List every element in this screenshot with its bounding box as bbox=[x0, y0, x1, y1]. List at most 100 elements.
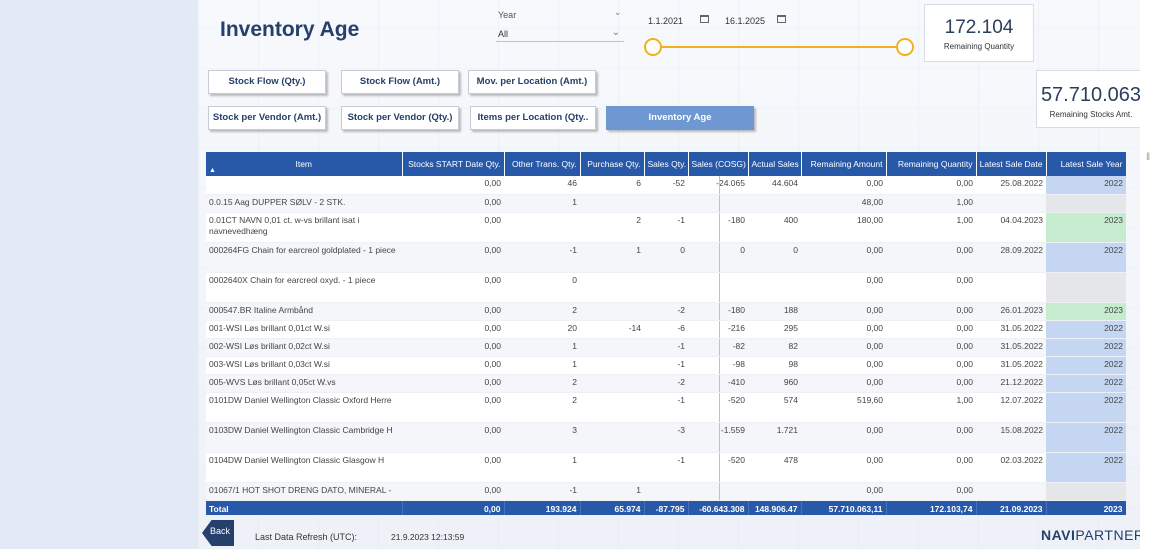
table-row[interactable]: 003-WSI Løs brillant 0,03ct W.si 0,00 1 -1-… bbox=[206, 356, 1126, 375]
cell-actual-sales: 0 bbox=[748, 242, 801, 273]
column-header-latest-sale-year[interactable]: Latest Sale Year bbox=[1046, 152, 1126, 176]
nav-button-stock-per-vendor-amt[interactable]: Stock per Vendor (Amt.) bbox=[208, 106, 326, 130]
cell-sales-cosg: 0 bbox=[688, 242, 748, 273]
cell-stocks-start: 0,00 bbox=[402, 320, 504, 339]
date-range-end[interactable]: 16.1.2025 bbox=[725, 16, 765, 26]
cell-purchase-qty: 1 bbox=[580, 242, 644, 273]
cell-sales-qty: -52 bbox=[644, 176, 688, 195]
table-row[interactable]: 000264FG Chain for earcreol goldplated -… bbox=[206, 242, 1126, 273]
calendar-icon[interactable] bbox=[700, 15, 709, 23]
table-row[interactable]: 0,00 46 6 -52 -24.065 44.604 0,00 0,00 25.08.202… bbox=[206, 176, 1126, 195]
column-header-item[interactable]: Item ▲ bbox=[206, 152, 403, 176]
navipartner-logo: NAVIPARTNER bbox=[1041, 527, 1140, 543]
cell-latest-sale-date bbox=[976, 272, 1046, 303]
cell-sales-qty bbox=[644, 272, 688, 303]
cell-item: 001-WSI Løs brillant 0,01ct W.si bbox=[206, 320, 402, 339]
cell-stocks-start: 0,00 bbox=[402, 242, 504, 273]
column-header-actual-sales[interactable]: Actual Sales bbox=[748, 152, 802, 176]
year-slicer-value: All bbox=[498, 29, 509, 39]
cell-item: 0.0.15 Aag DUPPER SØLV - 2 STK. bbox=[206, 194, 402, 213]
cell-purchase-qty: 2 bbox=[580, 212, 644, 243]
cell-actual-sales: 98 bbox=[748, 356, 801, 375]
nav-button-stock-flow-amt[interactable]: Stock Flow (Amt.) bbox=[341, 70, 459, 94]
report-canvas: Inventory Age Year ⌄ All ⌄ 1.1.2021 16.1… bbox=[198, 0, 1140, 549]
cell-other-trans: 3 bbox=[504, 422, 580, 453]
cell-other-trans: 46 bbox=[504, 176, 580, 195]
table-row[interactable]: 0103DW Daniel Wellington Classic Cambrid… bbox=[206, 422, 1126, 453]
cell-latest-sale-year: 2022 bbox=[1046, 452, 1126, 483]
sort-ascending-icon[interactable]: ▲ bbox=[209, 167, 216, 174]
table-row[interactable]: 01067/1 HOT SHOT DRENG DATO, MINERAL -0,… bbox=[206, 482, 1126, 501]
total-latest-sale-year: 2023 bbox=[1046, 500, 1126, 515]
total-remaining-amount: 57.710.063,11 bbox=[801, 500, 887, 515]
cell-latest-sale-year bbox=[1046, 482, 1126, 501]
nav-button-inventory-age[interactable]: Inventory Age bbox=[606, 106, 754, 130]
chevron-down-icon[interactable]: ⌄ bbox=[614, 7, 622, 18]
date-range-start[interactable]: 1.1.2021 bbox=[648, 16, 683, 26]
table-row[interactable]: 000547.BR Italine Armbånd 0,00 2 -2 -180 188 0… bbox=[206, 302, 1126, 321]
column-header-latest-sale-date[interactable]: Latest Sale Date bbox=[976, 152, 1047, 176]
cell-sales-cosg bbox=[688, 272, 748, 303]
cell-sales-qty: 0 bbox=[644, 242, 688, 273]
cell-item: 000547.BR Italine Armbånd bbox=[206, 302, 402, 321]
cell-latest-sale-date: 31.05.2022 bbox=[976, 356, 1046, 375]
last-refresh-value: 21.9.2023 12:13:59 bbox=[391, 532, 465, 542]
cell-sales-qty: -2 bbox=[644, 374, 688, 393]
table-row[interactable]: 0.01CT NAVN 0,01 ct. w-vs brillant isat … bbox=[206, 212, 1126, 243]
cell-actual-sales: 400 bbox=[748, 212, 801, 243]
table-row[interactable]: 001-WSI Løs brillant 0,01ct W.si 0,00 20 -1… bbox=[206, 320, 1126, 339]
table-row[interactable]: 0.0.15 Aag DUPPER SØLV - 2 STK. 0,00 1 48,0… bbox=[206, 194, 1126, 213]
kpi-card-remaining-quantity: 172.104 Remaining Quantity bbox=[924, 4, 1034, 62]
year-slicer[interactable]: All ⌄ bbox=[496, 26, 624, 42]
table-body: 0,00 46 6 -52 -24.065 44.604 0,00 0,00 25.08.202… bbox=[206, 176, 1126, 501]
date-range-end-handle[interactable] bbox=[896, 38, 914, 56]
table-row[interactable]: 002-WSI Løs brillant 0,02ct W.si 0,00 1 -1-… bbox=[206, 338, 1126, 357]
back-button[interactable]: Back bbox=[202, 520, 234, 546]
cell-latest-sale-date bbox=[976, 194, 1046, 213]
cell-remaining-quantity: 0,00 bbox=[886, 302, 976, 321]
calendar-icon[interactable] bbox=[777, 15, 786, 23]
table-header-row: Item ▲ Stocks START Date Qty. Other Tran… bbox=[206, 152, 1126, 176]
cell-latest-sale-date: 28.09.2022 bbox=[976, 242, 1046, 273]
total-sales-cosg: -60.643.308 bbox=[688, 500, 749, 515]
date-range-track[interactable] bbox=[654, 46, 906, 48]
column-header-sales-qty[interactable]: Sales Qty. bbox=[644, 152, 689, 176]
column-header-remaining-quantity[interactable]: Remaining Quantity bbox=[886, 152, 977, 176]
kpi-label: Remaining Stocks Amt. bbox=[1049, 110, 1133, 119]
column-header-other-trans[interactable]: Other Trans. Qty. bbox=[504, 152, 581, 176]
cell-latest-sale-year: 2023 bbox=[1046, 212, 1126, 243]
left-pane bbox=[0, 0, 198, 549]
cell-remaining-quantity: 0,00 bbox=[886, 176, 976, 195]
total-stocks-start: 0,00 bbox=[402, 500, 505, 515]
cell-sales-qty: -6 bbox=[644, 320, 688, 339]
column-header-stocks-start[interactable]: Stocks START Date Qty. bbox=[402, 152, 505, 176]
nav-button-stock-per-vendor-qty[interactable]: Stock per Vendor (Qty.) bbox=[341, 106, 459, 130]
date-range-start-handle[interactable] bbox=[644, 38, 662, 56]
cell-latest-sale-year: 2023 bbox=[1046, 302, 1126, 321]
total-remaining-quantity: 172.103,74 bbox=[886, 500, 977, 515]
cell-item: 003-WSI Løs brillant 0,03ct W.si bbox=[206, 356, 402, 375]
table-total-row: Total 0,00 193.924 65.974 -87.795 -60.643.308… bbox=[206, 500, 1126, 515]
cell-stocks-start: 0,00 bbox=[402, 212, 504, 243]
cell-remaining-quantity: 1,00 bbox=[886, 212, 976, 243]
column-header-purchase-qty[interactable]: Purchase Qty. bbox=[580, 152, 645, 176]
kpi-value: 57.710.063 bbox=[1040, 84, 1140, 106]
nav-button-stock-flow-qty[interactable]: Stock Flow (Qty.) bbox=[208, 70, 326, 94]
total-item: Total bbox=[206, 500, 403, 515]
column-header-sales-cosg[interactable]: Sales (COSG) bbox=[688, 152, 749, 176]
cell-latest-sale-year: 2022 bbox=[1046, 422, 1126, 453]
nav-button-items-per-location[interactable]: Items per Location (Qty.. bbox=[470, 106, 596, 130]
cell-remaining-amount: 0,00 bbox=[801, 338, 886, 357]
cell-remaining-amount: 519,60 bbox=[801, 392, 886, 423]
table-row[interactable]: 0101DW Daniel Wellington Classic Oxford … bbox=[206, 392, 1126, 423]
column-header-remaining-amount[interactable]: Remaining Amount bbox=[801, 152, 887, 176]
table-row[interactable]: 005-WVS Løs brillant 0,05ct W.vs 0,00 2 -2-… bbox=[206, 374, 1126, 393]
cell-sales-cosg: -1.559 bbox=[688, 422, 748, 453]
nav-button-mov-per-location[interactable]: Mov. per Location (Amt.) bbox=[468, 70, 596, 94]
table-row[interactable]: 0104DW Daniel Wellington Classic Glasgow… bbox=[206, 452, 1126, 483]
cell-actual-sales: 44.604 bbox=[748, 176, 801, 195]
cell-purchase-qty: 6 bbox=[580, 176, 644, 195]
vertical-scrollbar[interactable]: ‖ bbox=[1146, 152, 1150, 163]
table-row[interactable]: 0002640X Chain for earcreol oxyd. - 1 pi… bbox=[206, 272, 1126, 303]
column-header-label: Item bbox=[295, 159, 313, 169]
